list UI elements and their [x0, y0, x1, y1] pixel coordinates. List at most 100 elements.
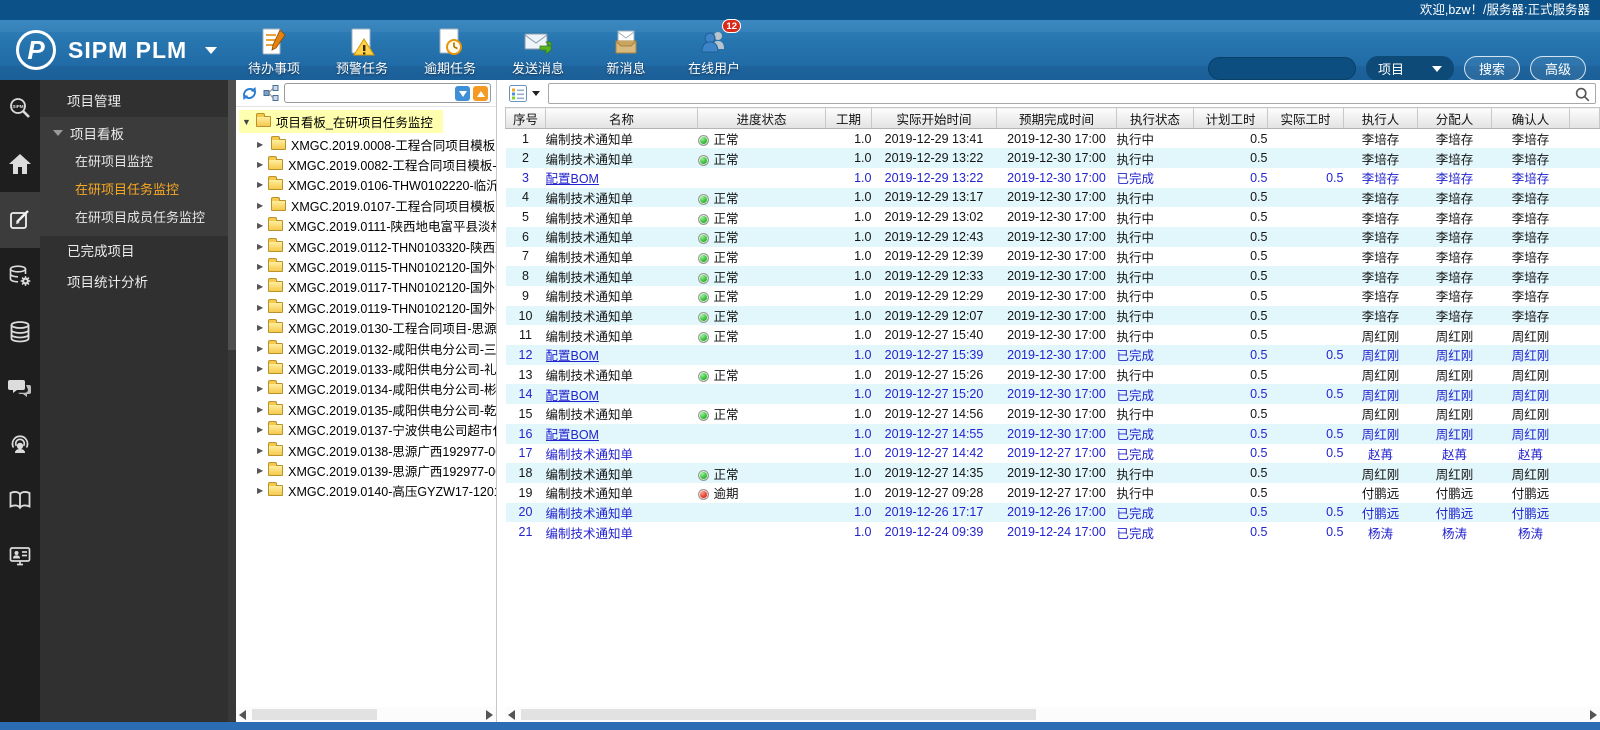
column-header[interactable]: 分配人	[1417, 107, 1492, 129]
tree-item[interactable]: ▶ XMGC.2019.0134-咸阳供电分公司-彬县供	[236, 379, 496, 399]
column-header[interactable]: 预期完成时间	[996, 107, 1117, 129]
nav-online-users[interactable]: 12 在线用户	[682, 19, 746, 77]
tree-item[interactable]: ▶ XMGC.2019.0137-宁波供电公司超市化采	[236, 419, 496, 439]
column-settings-chevron-icon[interactable]	[532, 91, 540, 96]
tree-item[interactable]: ▶ XMGC.2019.0119-THN0102120-国外老挝	[236, 297, 496, 317]
tree-vertical-scrollbar[interactable]	[228, 80, 236, 722]
table-row[interactable]: 11 编制技术通知单 正常 1.0 2019-12-27 15:40 2019-12-30…	[506, 325, 1600, 345]
rail-item-database[interactable]	[0, 304, 40, 360]
brand-chevron-down-icon[interactable]	[205, 46, 218, 54]
tree-horizontal-scrollbar[interactable]	[236, 707, 496, 722]
table-row[interactable]: 9 编制技术通知单 正常 1.0 2019-12-29 12:29 2019-12-30 …	[506, 286, 1600, 306]
scroll-right-arrow-icon[interactable]	[486, 710, 493, 720]
expand-caret-icon[interactable]: ▶	[257, 140, 266, 149]
find-next-icon[interactable]	[455, 86, 470, 101]
tree-item[interactable]: ▶ XMGC.2019.0107-工程合同项目模板	[236, 195, 496, 215]
tree-item[interactable]: ▶ XMGC.2019.0133-咸阳供电分公司-礼泉县	[236, 358, 496, 378]
table-row[interactable]: 6 编制技术通知单 正常 1.0 2019-12-29 12:43 2019-12-30 …	[505, 226, 1600, 247]
tree-root-caret-icon[interactable]: ▼	[242, 117, 251, 127]
tree-item[interactable]: ▶ XMGC.2019.0106-THW0102220-临沂长春	[236, 175, 496, 195]
scroll-left-arrow-icon[interactable]	[508, 710, 515, 720]
table-row[interactable]: 7 编制技术通知单 正常 1.0 2019-12-29 12:39 2019-12-30 …	[506, 247, 1600, 267]
scroll-left-arrow-icon[interactable]	[239, 710, 246, 720]
table-row[interactable]: 2 编制技术通知单 正常 1.0 2019-12-29 13:22 2019-12-30 …	[505, 148, 1600, 168]
table-row[interactable]: 8 编制技术通知单 正常 1.0 2019-12-29 12:33 2019-12-30 …	[505, 266, 1600, 286]
menu-item-project-statistics[interactable]: 项目统计分析	[40, 267, 228, 298]
nav-new-messages[interactable]: 新消息	[594, 23, 658, 77]
expand-caret-icon[interactable]: ▶	[257, 405, 263, 414]
table-row[interactable]: 18 编制技术通知单 正常 1.0 2019-12-27 14:35 2019-12-30…	[505, 463, 1600, 483]
tree-item[interactable]: ▶ XMGC.2019.0132-咸阳供电分公司-三原县	[236, 338, 496, 358]
column-header[interactable]: 工期	[825, 107, 872, 129]
expand-caret-icon[interactable]: ▶	[257, 242, 263, 251]
task-name-link[interactable]: 配置BOM	[546, 349, 599, 363]
expand-caret-icon[interactable]: ▶	[257, 221, 263, 230]
expand-caret-icon[interactable]: ▶	[257, 364, 263, 373]
expand-caret-icon[interactable]: ▶	[257, 384, 263, 393]
column-header[interactable]: 进度状态	[697, 107, 826, 129]
expand-caret-icon[interactable]: ▶	[257, 180, 263, 189]
expand-caret-icon[interactable]: ▶	[257, 323, 263, 332]
rail-item-home[interactable]	[0, 136, 40, 192]
scrollbar-thumb[interactable]	[252, 709, 377, 720]
table-row[interactable]: 10 编制技术通知单 正常 1.0 2019-12-29 12:07 2019-12-30…	[505, 305, 1600, 326]
column-header[interactable]: 确认人	[1491, 107, 1570, 129]
task-name-link[interactable]: 编制技术通知单	[546, 448, 634, 462]
table-row[interactable]: 15 编制技术通知单 正常 1.0 2019-12-27 14:56 2019-12-30…	[506, 404, 1600, 424]
scroll-right-arrow-icon[interactable]	[1590, 710, 1597, 720]
tree-item[interactable]: ▶ XMGC.2019.0130-工程合同项目-思源广西	[236, 318, 496, 338]
scrollbar-thumb[interactable]	[521, 709, 1036, 720]
rail-item-workstation[interactable]	[0, 528, 40, 584]
org-chart-icon[interactable]	[263, 85, 279, 101]
column-header[interactable]: 执行状态	[1116, 107, 1194, 129]
expand-caret-icon[interactable]: ▶	[257, 201, 266, 210]
menu-group-header[interactable]: 项目看板	[40, 117, 228, 148]
tree-item[interactable]: ▶ XMGC.2019.0082-工程合同项目模板-THW	[236, 154, 496, 174]
nav-send-message[interactable]: 发送消息	[506, 23, 570, 77]
tree-item[interactable]: ▶ XMGC.2019.0138-思源广西192977-00龙泉	[236, 440, 496, 460]
table-row[interactable]: 13 编制技术通知单 正常 1.0 2019-12-27 15:26 2019-12-30…	[506, 365, 1600, 385]
rail-item-messages[interactable]	[0, 360, 40, 416]
table-row[interactable]: 5 编制技术通知单 正常 1.0 2019-12-29 13:02 2019-12-30 …	[506, 207, 1600, 227]
menu-item-active-project-member-task-monitor[interactable]: 在研项目成员任务监控	[40, 204, 228, 232]
column-header[interactable]: 执行人	[1343, 107, 1418, 129]
rail-item-data-config[interactable]	[0, 248, 40, 304]
refresh-icon[interactable]	[241, 85, 258, 102]
find-previous-icon[interactable]	[473, 86, 488, 101]
menu-item-project-management[interactable]: 项目管理	[40, 86, 228, 117]
task-name-link[interactable]: 配置BOM	[546, 389, 599, 403]
column-header[interactable]: 实际开始时间	[871, 107, 997, 129]
table-row[interactable]: 1 编制技术通知单 正常 1.0 2019-12-29 13:41 2019-12-30 …	[506, 129, 1600, 149]
tree-item[interactable]: ▶ XMGC.2019.0117-THN0102120-国外老挝	[236, 277, 496, 297]
tree-item[interactable]: ▶ XMGC.2019.0140-高压GYZW17-120119湖	[236, 481, 496, 501]
expand-caret-icon[interactable]: ▶	[257, 160, 263, 169]
expand-caret-icon[interactable]: ▶	[257, 446, 263, 455]
column-header[interactable]: 序号	[505, 107, 546, 129]
expand-caret-icon[interactable]: ▶	[257, 425, 263, 434]
tree-item[interactable]: ▶ XMGC.2019.0115-THN0102120-国外老挝	[236, 256, 496, 276]
tree-item[interactable]: ▶ XMGC.2019.0111-陕西地电富平县淡村工	[236, 216, 496, 236]
table-row[interactable]: 3 配置BOM 1.0 2019-12-29 13:22 2019-12-30 17:0…	[506, 168, 1600, 188]
table-row[interactable]: 21 编制技术通知单 1.0 2019-12-24 09:39 2019-12-24 1…	[506, 522, 1600, 542]
column-header[interactable]: 名称	[545, 107, 698, 129]
expand-caret-icon[interactable]: ▶	[257, 262, 263, 271]
table-row[interactable]: 12 配置BOM 1.0 2019-12-27 15:39 2019-12-30 17:…	[505, 345, 1600, 365]
rail-item-library[interactable]	[0, 472, 40, 528]
table-row[interactable]: 19 编制技术通知单 逾期 1.0 2019-12-27 09:28 2019-12-27…	[506, 483, 1600, 503]
table-row[interactable]: 20 编制技术通知单 1.0 2019-12-26 17:17 2019-12-26 1…	[505, 502, 1600, 523]
table-search-input[interactable]	[549, 84, 1595, 103]
table-row[interactable]: 16 配置BOM 1.0 2019-12-27 14:55 2019-12-30 17:…	[505, 423, 1600, 444]
global-search-input[interactable]	[1207, 57, 1356, 80]
task-name-link[interactable]: 编制技术通知单	[546, 507, 634, 521]
task-name-link[interactable]: 配置BOM	[546, 428, 599, 442]
tree-item[interactable]: ▶ XMGC.2019.0139-思源广西192977-00龙泉	[236, 460, 496, 480]
menu-item-active-project-monitor[interactable]: 在研项目监控	[40, 148, 228, 176]
tree-item[interactable]: ▶ XMGC.2019.0135-咸阳供电分公司-乾县供	[236, 399, 496, 419]
expand-caret-icon[interactable]: ▶	[257, 303, 263, 312]
advanced-search-button[interactable]: 高级	[1529, 56, 1586, 81]
tree-item[interactable]: ▶ XMGC.2019.0112-THN0103320-陕西延安	[236, 236, 496, 256]
menu-item-completed-projects[interactable]: 已完成项目	[40, 236, 228, 267]
column-settings-icon[interactable]	[509, 85, 527, 102]
column-header[interactable]: 计划工时	[1193, 107, 1268, 129]
nav-warning-tasks[interactable]: 预警任务	[330, 23, 394, 77]
